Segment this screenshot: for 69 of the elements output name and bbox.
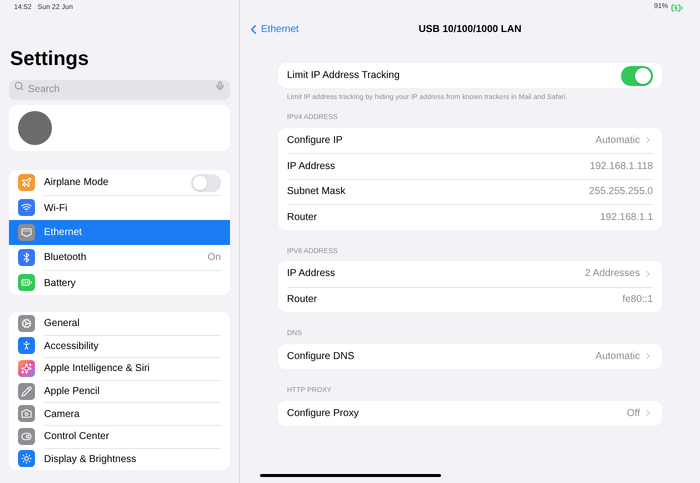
item-label: Camera: [44, 408, 81, 422]
switches-icon: [18, 428, 35, 445]
page-title: USB 10/100/1000 LAN: [418, 22, 522, 36]
row-label: Router: [287, 210, 318, 225]
row-label: Limit IP Address Tracking: [287, 69, 401, 83]
row-label: Router: [287, 293, 318, 308]
accessibility-icon: [18, 337, 35, 354]
item-label: Ethernet: [44, 226, 83, 240]
row-label: Configure DNS: [287, 350, 356, 364]
sidebar-item[interactable]: Apple Pencil: [9, 380, 230, 402]
item-label: Apple Pencil: [44, 385, 101, 400]
pencil-icon: [18, 382, 35, 400]
item-label: Bluetooth: [44, 251, 88, 265]
row-value: fe80::1: [622, 293, 653, 308]
wifi-icon: [18, 199, 35, 216]
toggle-switch[interactable]: [621, 66, 653, 86]
row-label: Configure IP: [287, 134, 344, 148]
item-label: Accessibility: [44, 340, 100, 354]
search-field[interactable]: Search: [9, 80, 230, 100]
item-label: Control Center: [44, 430, 110, 444]
detail-row[interactable]: IP Address 2 Addresses: [287, 261, 653, 286]
microphone-icon: [215, 81, 225, 91]
item-label: Wi-Fi: [44, 202, 68, 216]
row-label: Subnet Mask: [287, 185, 346, 200]
bluetooth-icon: [18, 249, 35, 266]
item-label: Display & Brightness: [44, 452, 138, 467]
sidebar-item[interactable]: Apple Intelligence & Siri: [9, 357, 230, 380]
item-label: Battery: [44, 276, 77, 290]
tracking-row[interactable]: Limit IP Address Tracking: [278, 63, 662, 88]
avatar: [18, 111, 52, 145]
sidebar-item[interactable]: General: [9, 312, 230, 335]
detail-row[interactable]: Configure Proxy Off: [287, 400, 653, 426]
gear-icon: [18, 314, 35, 332]
row-value: Automatic: [596, 350, 640, 364]
camera-icon: [18, 405, 35, 422]
battery-charging-icon: [671, 2, 683, 14]
back-button[interactable]: Ethernet: [246, 22, 299, 36]
toggle-switch[interactable]: [191, 174, 221, 192]
row-label: Configure Proxy: [287, 406, 360, 421]
item-label: Airplane Mode: [44, 176, 110, 190]
sidebar-item[interactable]: Airplane Mode: [9, 170, 230, 195]
sidebar-item[interactable]: Control Center: [9, 424, 230, 448]
item-label: General: [44, 316, 81, 331]
sun-icon: [18, 450, 35, 468]
sidebar-item[interactable]: Battery: [9, 270, 230, 295]
detail-row[interactable]: Configure IP Automatic: [287, 128, 653, 153]
row-value: 255.255.255.0: [589, 185, 653, 200]
sidebar-item[interactable]: Accessibility: [9, 334, 230, 358]
row-label: IP Address: [287, 160, 336, 174]
row-value: 192.168.1.1: [600, 210, 653, 225]
row-value: 2 Addresses: [584, 267, 640, 282]
row-value: Automatic: [596, 134, 640, 148]
row-value: 192.168.1.118: [590, 160, 653, 174]
profile-card[interactable]: [9, 105, 230, 151]
sidebar-item[interactable]: Bluetooth On: [9, 245, 230, 270]
sidebar-item[interactable]: Ethernet: [9, 220, 230, 245]
airplane-icon: [18, 174, 35, 191]
ethernet-icon: [18, 224, 35, 241]
battery-icon: [18, 274, 35, 291]
item-label: Apple Intelligence & Siri: [44, 362, 151, 376]
item-value: On: [208, 251, 221, 265]
sidebar-item[interactable]: Display & Brightness: [9, 448, 230, 470]
row-value: Off: [626, 406, 640, 421]
search-icon: [14, 81, 24, 91]
sparkle-icon: [18, 360, 35, 377]
sidebar-item[interactable]: Camera: [9, 402, 230, 425]
sidebar-title: Settings: [9, 47, 90, 71]
row-label: IP Address: [287, 267, 336, 282]
detail-row[interactable]: Configure DNS Automatic: [287, 344, 653, 369]
